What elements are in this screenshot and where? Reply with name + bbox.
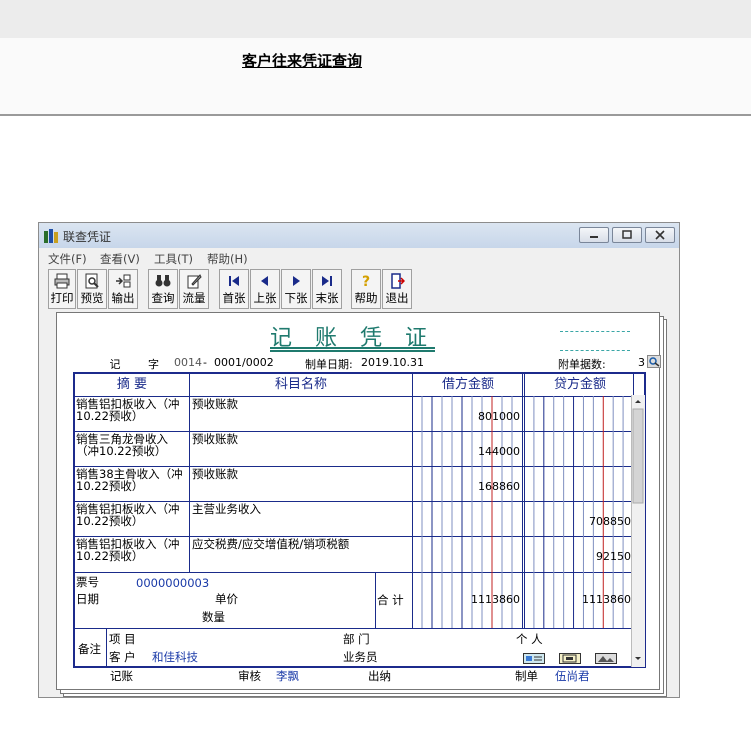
help-button[interactable]: ? 帮助: [351, 269, 381, 309]
last-page-button[interactable]: 末张: [312, 269, 342, 309]
menu-view[interactable]: 查看(V): [100, 251, 140, 267]
row2-debit: 144000: [478, 445, 520, 458]
date-label: 制单日期:: [305, 358, 353, 371]
price-label: 单价: [215, 593, 238, 605]
bookkeeper-label: 记账: [110, 669, 133, 683]
last-icon: [322, 276, 332, 286]
minimize-button[interactable]: [579, 227, 609, 243]
help-icon: ?: [362, 274, 370, 289]
attachments-count: 3: [638, 356, 645, 369]
toolbar: 打印 预览 输出 查询 流量 首张 上张 下张 末张 ? 帮助 退出: [39, 267, 679, 313]
scroll-arrows-icon: [632, 400, 644, 660]
window-title: 联查凭证: [63, 230, 112, 244]
voucher-type[interactable]: 记: [104, 356, 126, 373]
decor-dash: [560, 350, 630, 351]
maker-name: 伍尚君: [555, 669, 590, 683]
zi-label: 字: [148, 358, 159, 371]
person-label: 个 人: [516, 633, 543, 645]
row3-account[interactable]: 预收账款: [192, 468, 410, 480]
exit-door-icon: [391, 273, 405, 289]
voucher-title: 记 账 凭 证: [270, 326, 435, 351]
row2-summary[interactable]: 销售三角龙骨收入（冲10.22预收）: [76, 433, 188, 465]
total-debit: 1113860: [471, 593, 520, 606]
menu-bar: 文件(F) 查看(V) 工具(T) 帮助(H): [39, 248, 679, 267]
page-no: 0001/0002: [214, 356, 274, 369]
svg-text:?: ?: [362, 274, 370, 289]
export-icon: [116, 274, 131, 288]
prev-page-button[interactable]: 上张: [250, 269, 280, 309]
exit-button[interactable]: 退出: [382, 269, 412, 309]
total-label: 合 计: [377, 594, 404, 606]
maximize-button[interactable]: [612, 227, 642, 243]
voucher-number: 0014: [174, 356, 202, 369]
first-icon: [229, 276, 239, 286]
prev-icon: [261, 276, 268, 286]
query-button[interactable]: 查询: [148, 269, 178, 309]
qty-label: 数量: [202, 611, 225, 623]
number-dash: -: [203, 356, 207, 369]
edit-pen-icon: [187, 274, 202, 289]
ticket-number: 0000000003: [136, 577, 210, 589]
row4-credit: 708850: [589, 515, 631, 528]
page-title[interactable]: 客户往来凭证查询: [242, 50, 362, 71]
card-icon[interactable]: [523, 653, 545, 664]
next-icon: [293, 276, 300, 286]
binoculars-icon: [155, 275, 171, 287]
export-button[interactable]: 输出: [108, 269, 138, 309]
date-row-label: 日期: [76, 593, 99, 605]
first-page-button[interactable]: 首张: [219, 269, 249, 309]
menu-help[interactable]: 帮助(H): [207, 251, 248, 267]
ticket-label: 票号: [76, 576, 99, 588]
reviewer-label: 审核: [238, 669, 261, 683]
next-page-button[interactable]: 下张: [281, 269, 311, 309]
page-header: [0, 38, 751, 116]
id-card-icon[interactable]: [559, 653, 581, 664]
row1-account[interactable]: 预收账款: [192, 398, 410, 410]
cashier-label: 出纳: [368, 669, 391, 683]
project-label: 项 目: [109, 633, 136, 645]
row5-account[interactable]: 应交税费/应交增值税/销项税额: [192, 538, 410, 550]
cashflow-button[interactable]: 流量: [179, 269, 209, 309]
app-books-icon: [43, 228, 59, 244]
total-credit: 1113860: [582, 593, 631, 606]
row4-account[interactable]: 主营业务收入: [192, 503, 410, 515]
close-button[interactable]: [645, 227, 675, 243]
maker-label: 制单: [515, 669, 538, 683]
salesman-label: 业务员: [343, 651, 378, 663]
row3-debit: 168860: [478, 480, 520, 493]
remark-label: 备注: [78, 643, 101, 655]
row1-debit: 801000: [478, 410, 520, 423]
top-band: [0, 0, 751, 38]
voucher-grid: 摘 要 科目名称 借方金额 贷方金额 销售铝扣板收入（冲10.22预收） 预收账…: [73, 372, 646, 668]
print-button[interactable]: 打印: [48, 269, 76, 309]
row3-summary[interactable]: 销售38主骨收入（冲10.22预收）: [76, 468, 188, 500]
decor-dash: [560, 331, 630, 332]
customer-value: 和佳科技: [152, 651, 198, 663]
row2-account[interactable]: 预收账款: [192, 433, 410, 445]
preview-button[interactable]: 预览: [77, 269, 107, 309]
row4-summary[interactable]: 销售铝扣板收入（冲10.22预收）: [76, 503, 188, 535]
preview-icon: [85, 273, 99, 289]
row5-credit: 92150: [596, 550, 631, 563]
picture-icon[interactable]: [595, 653, 617, 664]
dept-label: 部 门: [343, 633, 370, 645]
menu-tools[interactable]: 工具(T): [154, 251, 193, 267]
customer-label: 客 户: [109, 651, 136, 663]
window-titlebar: 联查凭证: [39, 223, 679, 248]
row5-summary[interactable]: 销售铝扣板收入（冲10.22预收）: [76, 538, 188, 570]
menu-file[interactable]: 文件(F): [48, 251, 87, 267]
voucher-date: 2019.10.31: [361, 356, 424, 369]
vertical-scrollbar[interactable]: [631, 395, 645, 667]
reviewer-name: 李飘: [276, 669, 299, 683]
printer-icon: [54, 273, 70, 289]
row1-summary[interactable]: 销售铝扣板收入（冲10.22预收）: [76, 398, 188, 430]
attachments-label: 附单据数:: [558, 358, 606, 371]
search-icon[interactable]: [647, 355, 661, 368]
